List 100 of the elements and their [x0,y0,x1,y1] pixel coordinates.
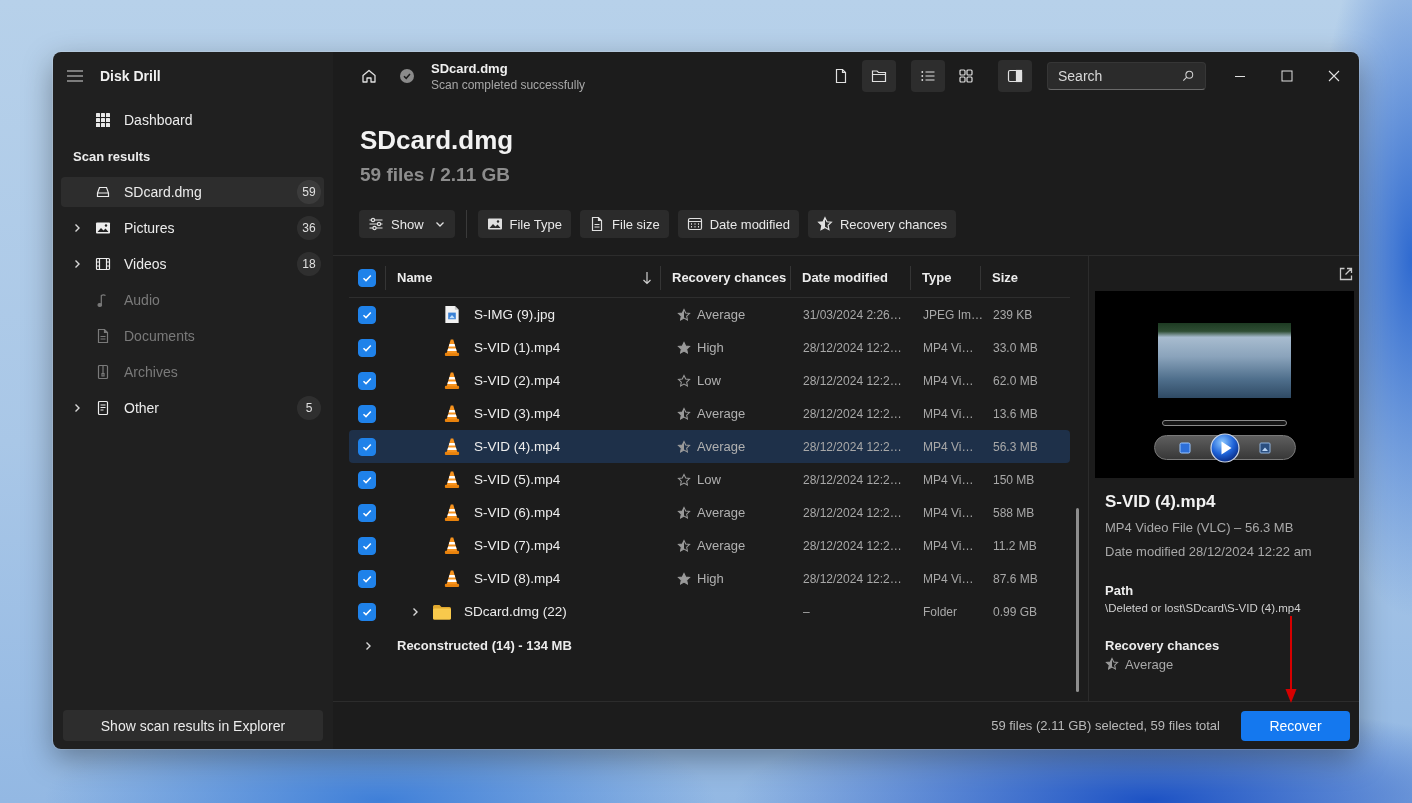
group-row[interactable]: Reconstructed (14) - 134 MB [349,628,1070,663]
file-name: S-VID (8).mp4 [474,571,561,586]
view-toggle-button[interactable] [998,60,1032,92]
date-modified: 28/12/2024 12:2… [803,472,902,487]
drive-icon [95,184,111,200]
checkbox[interactable] [358,371,376,390]
traffic-cone-icon [444,404,460,423]
sidebar-item[interactable]: Videos 18 [61,249,324,279]
file-row[interactable]: S-VID (3).mp4 Average 28/12/2024 12:2… MP4 Vi… 13.6 MB [349,397,1070,430]
file-row[interactable]: S-VID (4).mp4 Average 28/12/2024 12:2… MP4 Vi… 56.3 MB [349,430,1070,463]
file-name: SDcard.dmg (22) [464,604,567,619]
show-dropdown[interactable]: Show [359,210,455,238]
column-header[interactable]: Type [910,265,980,290]
date-modified: 28/12/2024 12:2… [803,505,902,520]
file-name: S-VID (5).mp4 [474,472,561,487]
checkbox[interactable] [358,503,376,522]
date-modified: 31/03/2024 2:26… [803,307,902,322]
checkbox[interactable] [358,305,376,324]
count-badge: 5 [297,396,321,420]
checkbox[interactable] [358,602,376,621]
column-header[interactable]: Name [385,265,660,290]
scan-title: SDcard.dmg [431,59,509,77]
menu-icon[interactable] [67,70,83,82]
recovery-chance: Average [697,538,746,553]
search-icon [1182,70,1194,82]
half-star-icon [677,307,691,322]
close-icon [1328,70,1340,82]
file-title: S-VID (4).mp4 [1105,491,1217,513]
file-type: MP4 Vi… [923,571,974,586]
traffic-cone-icon [444,569,460,588]
file-icon [833,68,849,84]
traffic-cone-icon [444,470,460,489]
filter-button[interactable]: File size [580,210,669,238]
home-button[interactable] [361,68,377,84]
count-badge: 36 [297,216,321,240]
archive-icon [95,364,111,380]
file-name: S-IMG (9).jpg [474,307,555,322]
chevron-icon[interactable] [72,403,82,413]
checkbox[interactable] [358,268,376,287]
file-row[interactable]: SDcard.dmg (22) – Folder 0.99 GB [349,595,1070,628]
sidebar-item[interactable]: Dashboard [61,102,324,138]
file-row[interactable]: S-IMG (9).jpg Average 31/03/2024 2:26… JPEG Im… 239 KB [349,298,1070,331]
file-type: MP4 Vi… [923,439,974,454]
count-badge: 18 [297,252,321,276]
half-star-icon [677,538,691,553]
sidebar-item[interactable]: SDcard.dmg 59 [61,177,324,207]
filter-button[interactable]: File Type [477,210,572,238]
star-outline-icon [677,373,691,388]
folder-icon [871,68,887,84]
column-header[interactable]: Date modified [790,265,910,290]
file-type: MP4 Vi… [923,373,974,388]
file-type: MP4 Vi… [923,406,974,421]
file-size: 11.2 MB [993,538,1037,553]
filter-button[interactable]: Date modified [677,210,799,238]
grid-icon [958,68,974,84]
file-row[interactable]: S-VID (6).mp4 Average 28/12/2024 12:2… MP4 Vi… 588 MB [349,496,1070,529]
chevron-icon[interactable] [72,223,82,233]
file-row[interactable]: S-VID (5).mp4 Low 28/12/2024 12:2… MP4 Vi… 150 MB [349,463,1070,496]
recovery-chance: Average [697,505,746,520]
checkbox[interactable] [358,470,376,489]
date-modified: 28/12/2024 12:2… [803,340,902,355]
recovery-chance: High [697,571,724,586]
traffic-cone-icon [444,536,460,555]
sidebar-item[interactable]: Pictures 36 [61,213,324,243]
checkbox[interactable] [358,536,376,555]
file-name: S-VID (7).mp4 [474,538,561,553]
explorer-button[interactable]: Show scan results in Explorer [63,710,323,741]
filter-button[interactable]: Recovery chances [807,210,956,238]
file-row[interactable]: S-VID (7).mp4 Average 28/12/2024 12:2… MP4 Vi… 11.2 MB [349,529,1070,562]
checkbox[interactable] [358,569,376,588]
view-toggle-button[interactable] [862,60,896,92]
checkbox[interactable] [358,404,376,423]
search-field[interactable]: Search [1047,62,1206,90]
column-header[interactable]: Size [980,265,1070,290]
view-toggle-button[interactable] [911,60,945,92]
section-title: Scan results [73,148,152,166]
date-modified: 28/12/2024 12:2… [803,538,902,553]
recover-button[interactable]: Recover [1241,710,1350,741]
list-icon [920,68,936,84]
calendar-icon [686,216,703,232]
chevron-icon[interactable] [72,259,82,269]
file-row[interactable]: S-VID (1).mp4 High 28/12/2024 12:2… MP4 Vi… 33.0 MB [349,331,1070,364]
checkbox[interactable] [358,437,376,456]
column-header[interactable]: Recovery chances [660,265,790,290]
chevron-icon[interactable] [410,606,420,617]
file-row[interactable]: S-VID (2).mp4 Low 28/12/2024 12:2… MP4 Vi… 62.0 MB [349,364,1070,397]
file-size: 588 MB [993,505,1035,520]
open-external-icon[interactable] [1338,265,1354,282]
recovery-chance: Average [697,439,746,454]
grid-icon [96,113,110,127]
recovery-chance: High [697,340,724,355]
chevron-icon[interactable] [363,640,373,651]
panel-icon [1007,68,1023,84]
checkbox[interactable] [358,338,376,357]
selection-summary: 59 files (2.11 GB) selected, 59 files total [991,718,1220,733]
sidebar-item[interactable]: Other 5 [61,393,324,423]
date-modified: 28/12/2024 12:2… [803,439,902,454]
scrollbar-thumb[interactable] [1076,508,1079,692]
file-row[interactable]: S-VID (8).mp4 High 28/12/2024 12:2… MP4 Vi… 87.6 MB [349,562,1070,595]
document-icon [95,328,111,344]
